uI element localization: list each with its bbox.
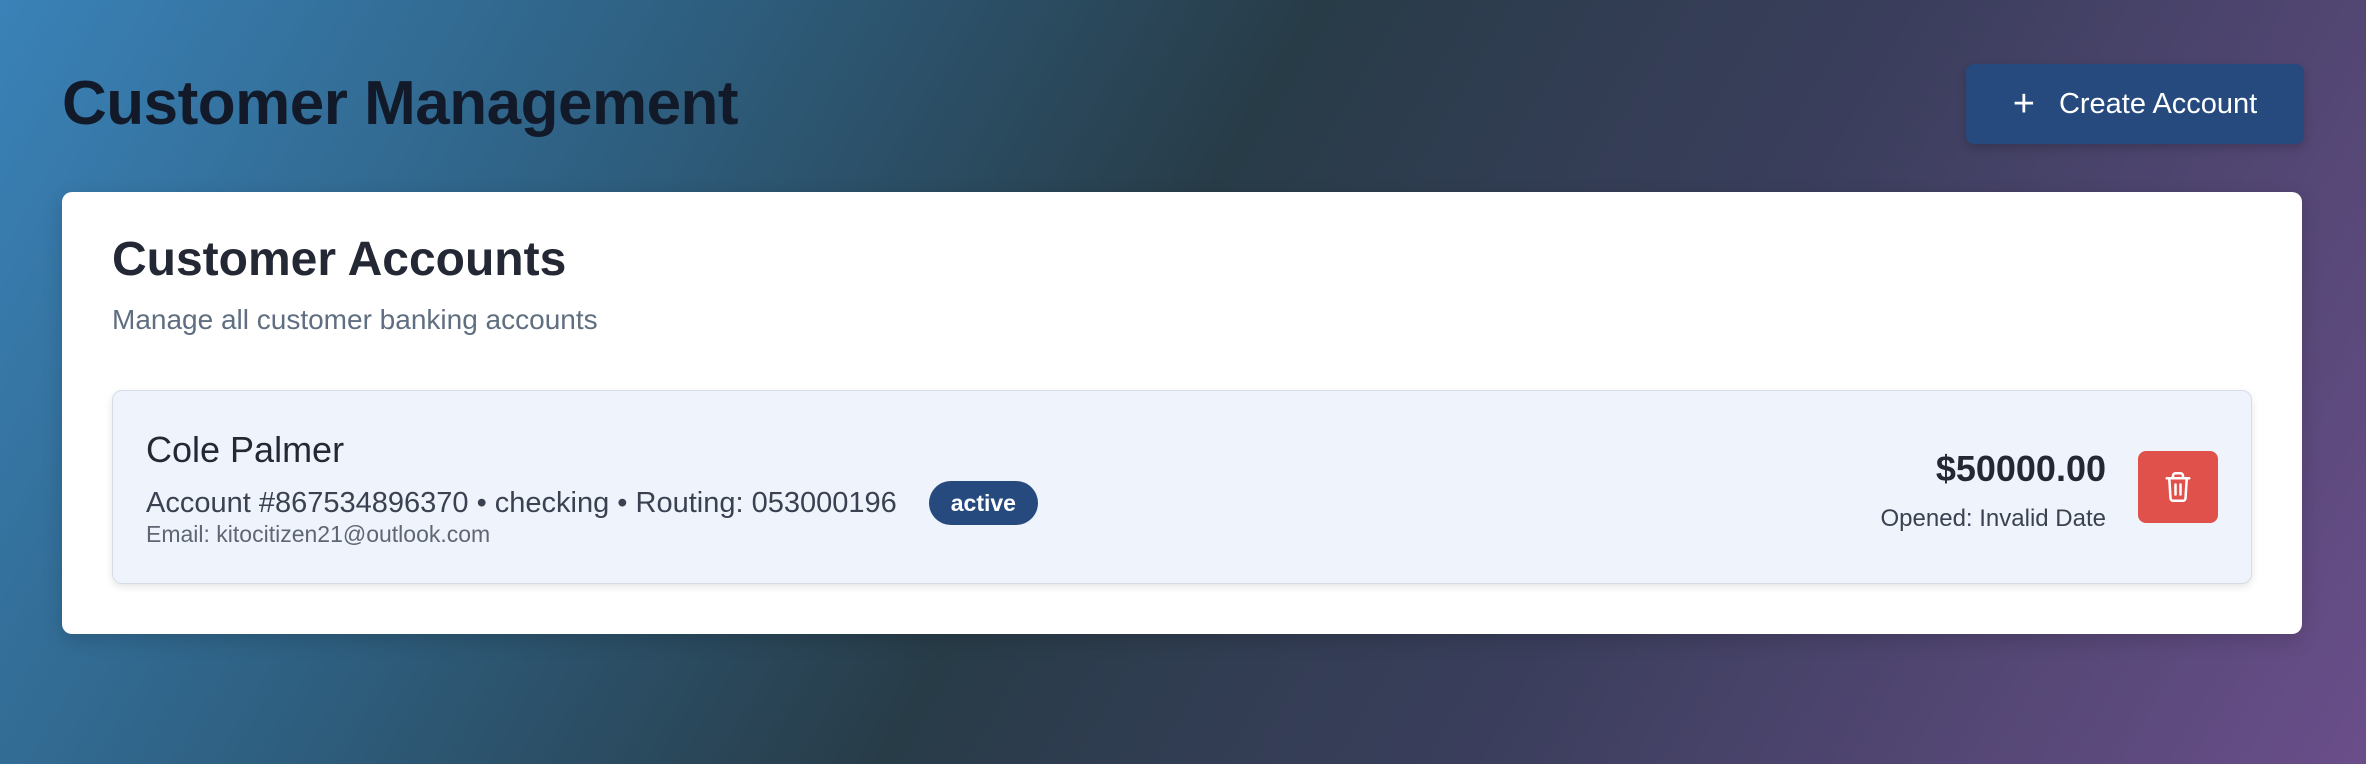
account-holder-name: Cole Palmer xyxy=(146,429,345,470)
page-header: Customer Management + Create Account xyxy=(62,64,2304,144)
status-badge: active xyxy=(928,481,1038,525)
delete-account-button[interactable] xyxy=(2138,451,2218,523)
account-opened-date: Opened: Invalid Date xyxy=(1880,505,2106,532)
account-balance: $50000.00 xyxy=(1935,448,2106,489)
account-summary: $50000.00 Opened: Invalid Date xyxy=(1881,447,2106,533)
account-detail-line: Account #867534896370 • checking • Routi… xyxy=(146,481,1038,525)
page-title: Customer Management xyxy=(62,69,739,138)
card-subtitle: Manage all customer banking accounts xyxy=(112,304,598,335)
plus-icon: + xyxy=(2012,83,2035,125)
account-email: Email: kitocitizen21@outlook.com xyxy=(146,521,491,547)
create-account-button[interactable]: + Create Account xyxy=(1966,64,2304,144)
card-title: Customer Accounts xyxy=(112,233,567,286)
customer-accounts-card: Customer Accounts Manage all customer ba… xyxy=(62,192,2302,634)
account-details: Account #867534896370 • checking • Routi… xyxy=(146,486,897,519)
trash-icon xyxy=(2165,472,2191,502)
create-account-label: Create Account xyxy=(2058,87,2258,120)
account-row[interactable]: Cole Palmer Account #867534896370 • chec… xyxy=(112,390,2252,584)
